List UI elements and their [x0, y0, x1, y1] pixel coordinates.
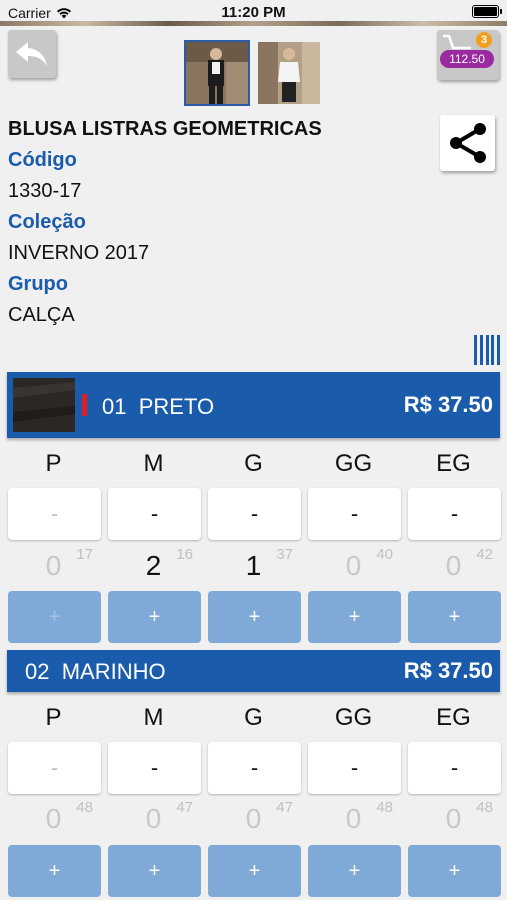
increase-button[interactable]: +: [108, 845, 201, 897]
quantity-cell: 0 48: [406, 799, 501, 839]
share-button[interactable]: [440, 115, 495, 171]
cart-total-badge: 112.50: [440, 50, 494, 68]
code-label: Código: [8, 149, 77, 171]
group-value: CALÇA: [8, 304, 75, 326]
size-label: G: [244, 704, 263, 731]
decrease-button[interactable]: -: [208, 488, 301, 540]
share-icon: [449, 123, 486, 163]
color-price: R$ 37.50: [403, 658, 493, 683]
increase-button[interactable]: +: [208, 591, 301, 643]
quantity-cell: 1 37: [206, 546, 301, 586]
color-marker: [82, 394, 87, 416]
color-swatch: [13, 378, 75, 432]
size-label: G: [244, 450, 263, 477]
collection-label: Coleção: [8, 211, 86, 233]
product-title: BLUSA LISTRAS GEOMETRICAS: [8, 118, 322, 140]
decrease-button[interactable]: -: [108, 742, 201, 794]
increase-button[interactable]: +: [108, 591, 201, 643]
quantity-cell: 0 40: [306, 546, 401, 586]
back-button[interactable]: [8, 30, 56, 78]
header-image-strip: [0, 21, 507, 26]
stock-count: 42: [476, 546, 493, 563]
size-label: GG: [334, 450, 373, 477]
size-label: M: [143, 450, 164, 477]
status-time: 11:20 PM: [221, 4, 286, 21]
size-label: P: [45, 704, 62, 731]
battery-icon: [472, 5, 502, 18]
color-label: MARINHO: [61, 659, 166, 684]
quantity-cell: 0 42: [406, 546, 501, 586]
color-code: 01: [102, 394, 127, 419]
product-thumbnail-2[interactable]: [256, 40, 322, 106]
decrease-button[interactable]: -: [8, 488, 101, 540]
quantity-cell: 2 16: [106, 546, 201, 586]
decrease-button[interactable]: -: [408, 488, 501, 540]
cart-count-badge: 3: [476, 32, 492, 48]
decrease-button[interactable]: -: [308, 742, 401, 794]
stock-count: 48: [376, 799, 393, 816]
color-code: 02: [25, 659, 50, 684]
stock-count: 48: [76, 799, 93, 816]
barcode-icon[interactable]: [474, 335, 500, 365]
decrease-button[interactable]: -: [108, 488, 201, 540]
color-header-marinho: 02 MARINHO R$ 37.50: [7, 650, 500, 692]
back-arrow-icon: [16, 42, 47, 66]
size-label: P: [45, 450, 62, 477]
color-price: R$ 37.50: [403, 392, 493, 417]
collection-value: INVERNO 2017: [8, 242, 150, 264]
stock-count: 47: [176, 799, 193, 816]
quantity-cell: 0 47: [206, 799, 301, 839]
color-name: 02 MARINHO: [25, 659, 166, 685]
increase-button[interactable]: +: [8, 845, 101, 897]
quantity-cell: 0 48: [306, 799, 401, 839]
stock-count: 48: [476, 799, 493, 816]
color-label: PRETO: [138, 394, 215, 419]
stock-count: 16: [176, 546, 193, 563]
decrease-button[interactable]: -: [208, 742, 301, 794]
increase-button[interactable]: +: [308, 845, 401, 897]
code-value: 1330-17: [8, 180, 82, 202]
product-thumbnail-1[interactable]: [184, 40, 250, 106]
product-photo-1: [186, 42, 248, 104]
quantity-cell: 0 47: [106, 799, 201, 839]
stock-count: 37: [276, 546, 293, 563]
product-photo-2: [258, 42, 320, 104]
increase-button[interactable]: +: [308, 591, 401, 643]
increase-button[interactable]: +: [208, 845, 301, 897]
group-label: Grupo: [8, 273, 68, 295]
color-name: 01 PRETO: [102, 394, 214, 420]
stock-count: 40: [376, 546, 393, 563]
size-label: EG: [436, 450, 471, 477]
increase-button[interactable]: +: [8, 591, 101, 643]
color-header-preto: 01 PRETO R$ 37.50: [7, 372, 500, 438]
size-label: EG: [436, 704, 471, 731]
decrease-button[interactable]: -: [308, 488, 401, 540]
size-label: GG: [334, 704, 373, 731]
stock-count: 17: [76, 546, 93, 563]
decrease-button[interactable]: -: [408, 742, 501, 794]
increase-button[interactable]: +: [408, 591, 501, 643]
size-label: M: [143, 704, 164, 731]
quantity-cell: 0 48: [6, 799, 101, 839]
quantity-cell: 0 17: [6, 546, 101, 586]
increase-button[interactable]: +: [408, 845, 501, 897]
decrease-button[interactable]: -: [8, 742, 101, 794]
stock-count: 47: [276, 799, 293, 816]
